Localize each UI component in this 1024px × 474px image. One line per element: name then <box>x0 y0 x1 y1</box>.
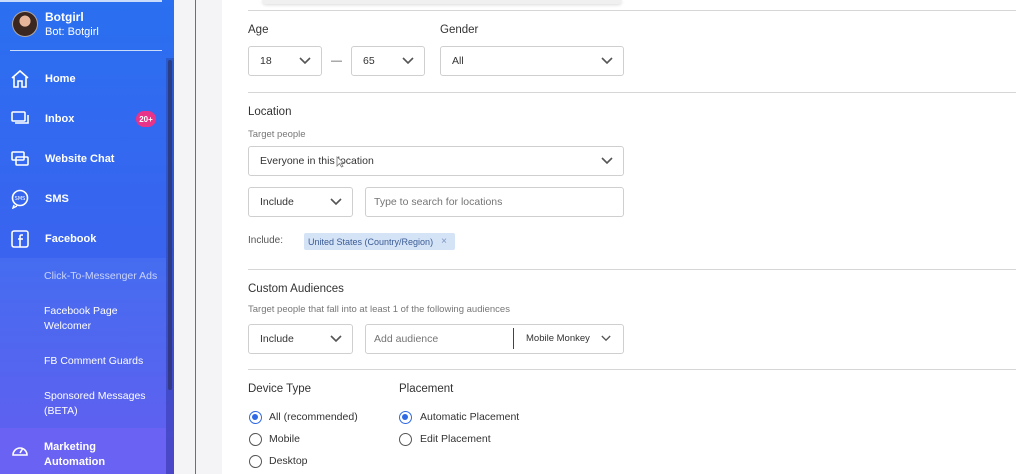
inbox-count-badge: 20+ <box>136 111 156 127</box>
gauge-icon <box>12 447 28 456</box>
user-name: Botgirl <box>45 10 84 24</box>
sidebar-item-label: SMS <box>45 193 69 205</box>
sidebar-user-divider <box>10 50 162 51</box>
user-bot-name: Bot: Botgirl <box>45 26 99 38</box>
mouse-cursor-icon <box>336 156 345 168</box>
sidebar-item-label: Marketing Automation <box>44 441 106 468</box>
section-divider <box>248 369 1016 370</box>
sidebar-item-marketing-automation[interactable]: Marketing Automation <box>0 428 166 474</box>
sidebar-item-website-chat[interactable]: Website Chat <box>0 141 166 177</box>
section-divider <box>248 10 1016 11</box>
placement-title: Placement <box>399 383 454 395</box>
age-min-value: 18 <box>260 55 272 67</box>
custom-audiences-title: Custom Audiences <box>248 283 344 295</box>
location-mode-select[interactable]: Include <box>248 187 353 217</box>
chevron-down-icon <box>601 57 613 65</box>
device-mobile-radio[interactable] <box>249 433 262 446</box>
sidebar-scrollbar-thumb[interactable] <box>168 60 172 390</box>
top-card-edge <box>262 0 622 4</box>
chevron-down-icon <box>330 335 342 343</box>
sidebar-item-label: Facebook <box>45 233 97 245</box>
user-avatar[interactable] <box>12 11 38 37</box>
location-target-value: Everyone in this location <box>260 155 374 167</box>
location-mode-value: Include <box>260 196 294 208</box>
device-all-label: All (recommended) <box>269 411 358 423</box>
sidebar-item-sms[interactable]: SMS SMS <box>0 181 166 217</box>
location-include-label: Include: <box>248 235 284 246</box>
placement-automatic-label: Automatic Placement <box>420 411 520 423</box>
home-icon <box>11 69 29 88</box>
submenu-item-click-to-messenger-ads[interactable]: Click-To-Messenger Ads <box>44 269 164 284</box>
age-max-value: 65 <box>363 55 375 67</box>
sidebar-top-divider <box>0 0 162 2</box>
gender-title: Gender <box>440 24 479 36</box>
placement-edit-radio[interactable] <box>399 433 412 446</box>
chevron-down-icon[interactable] <box>601 335 611 342</box>
chevron-down-icon <box>299 57 311 65</box>
sidebar-item-home[interactable]: Home <box>0 61 166 97</box>
location-target-select[interactable]: Everyone in this location <box>248 146 624 176</box>
sms-icon: SMS <box>11 189 29 209</box>
section-divider <box>248 269 1016 270</box>
device-type-title: Device Type <box>248 383 312 395</box>
device-desktop-label: Desktop <box>269 455 308 467</box>
sidebar-item-label: Home <box>45 73 76 85</box>
submenu-item-page-welcomer[interactable]: Facebook Page Welcomer <box>44 304 164 334</box>
submenu-item-sponsored-messages[interactable]: Sponsored Messages (BETA) <box>44 389 164 419</box>
age-range-separator: — <box>331 55 342 67</box>
chevron-down-icon <box>601 157 613 165</box>
device-mobile-label: Mobile <box>269 433 300 445</box>
remove-tag-icon[interactable]: × <box>441 236 447 247</box>
location-tag: United States (Country/Region) × <box>304 233 455 250</box>
custom-audiences-subtitle: Target people that fall into at least 1 … <box>248 304 510 315</box>
location-search-input[interactable] <box>365 187 624 217</box>
sidebar-item-facebook[interactable]: Facebook <box>0 221 166 257</box>
content-left-border <box>195 0 196 474</box>
age-min-select[interactable]: 18 <box>248 46 322 76</box>
sidebar-item-inbox[interactable]: Inbox 20+ <box>0 101 166 137</box>
submenu-item-comment-guards[interactable]: FB Comment Guards <box>44 354 164 369</box>
svg-text:SMS: SMS <box>15 196 26 202</box>
section-divider <box>248 92 1016 93</box>
inbox-icon <box>11 111 29 124</box>
audience-source-value[interactable]: Mobile Monkey <box>526 333 590 344</box>
device-all-radio[interactable] <box>249 411 262 424</box>
sidebar-item-label: Inbox <box>45 113 75 125</box>
chat-icon <box>11 151 29 166</box>
audience-source-divider <box>513 328 514 349</box>
device-desktop-radio[interactable] <box>249 455 262 468</box>
audience-mode-value: Include <box>260 333 294 345</box>
facebook-icon <box>11 230 29 248</box>
location-subtitle: Target people <box>248 129 306 140</box>
age-title: Age <box>248 24 269 36</box>
audience-mode-select[interactable]: Include <box>248 324 353 354</box>
location-title: Location <box>248 106 292 118</box>
sidebar-item-label: Website Chat <box>45 153 115 165</box>
gender-select[interactable]: All <box>440 46 624 76</box>
gender-value: All <box>452 55 464 67</box>
placement-edit-label: Edit Placement <box>420 433 491 445</box>
location-tag-label: United States (Country/Region) <box>308 236 434 247</box>
age-max-select[interactable]: 65 <box>351 46 425 76</box>
chevron-down-icon <box>330 198 342 206</box>
chevron-down-icon <box>402 57 414 65</box>
sidebar: Botgirl Bot: Botgirl Home Inbox 20+ Webs… <box>0 0 174 474</box>
placement-automatic-radio[interactable] <box>399 411 412 424</box>
